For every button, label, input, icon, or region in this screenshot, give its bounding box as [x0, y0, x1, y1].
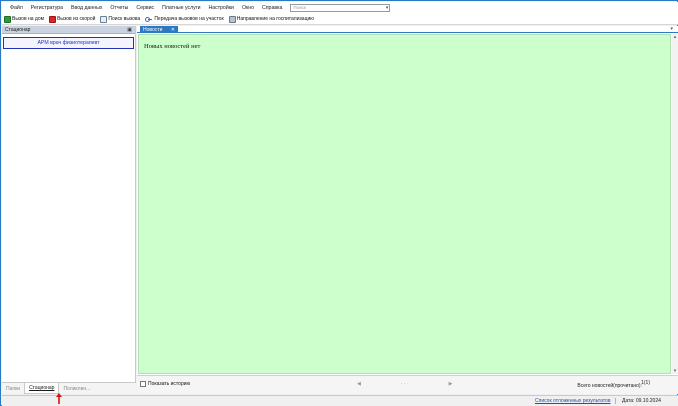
document-tab-bar: Новости ✕ ▾ [137, 26, 678, 33]
status-bar: Список отложенных результатов Дата: 09.1… [2, 395, 678, 406]
transfer-icon [145, 16, 153, 23]
menu-reports[interactable]: Отчеты [106, 2, 132, 14]
total-news-count: 1(1) [641, 380, 650, 386]
menu-window[interactable]: Окно [238, 2, 258, 14]
last-page-icon[interactable]: ▶ [449, 381, 453, 387]
menu-registry[interactable]: Регистратура [27, 2, 67, 14]
page-dots-icon: · · · [400, 381, 409, 387]
first-page-icon[interactable]: ◀ [357, 381, 361, 387]
chevron-down-icon[interactable]: ▾ [672, 368, 678, 374]
chevron-down-icon[interactable]: ▾ [670, 26, 673, 33]
house-icon [4, 15, 11, 23]
checkbox-box[interactable] [140, 381, 146, 387]
home-call-label: Вызов на дом [12, 16, 45, 22]
transfer-calls-label: Передача вызовов на участок [154, 16, 224, 22]
tab-news[interactable]: Новости ✕ [140, 26, 178, 33]
red-arrow-icon [56, 393, 62, 404]
document-search-icon [100, 15, 108, 23]
ambulance-call-label: Вызов из скорой [57, 16, 96, 22]
menu-bar: Файл Регистратура Ввод данных Отчеты Сер… [2, 2, 678, 14]
home-call-button[interactable]: Вызов на дом [4, 15, 45, 23]
vertical-scrollbar[interactable]: ▴ ▾ [672, 34, 678, 374]
news-content: Новых новостей нет [138, 34, 671, 374]
chevron-down-icon[interactable]: ▾ [386, 5, 389, 11]
news-footer: Показать историю ◀ · · · ▶ Всего новосте… [137, 375, 678, 394]
ambulance-call-button[interactable]: Вызов из скорой [49, 15, 96, 23]
transfer-calls-button[interactable]: Передача вызовов на участок [145, 16, 224, 23]
menu-data-entry[interactable]: Ввод данных [67, 2, 106, 14]
menu-file[interactable]: Файл [6, 2, 27, 14]
app-window: Файл Регистратура Ввод данных Отчеты Сер… [0, 0, 678, 406]
pager: ◀ · · · ▶ [357, 381, 453, 387]
tab-news-label: Новости [143, 26, 163, 33]
hospital-referral-button[interactable]: Направление на госпитализацию [228, 15, 314, 23]
menu-help[interactable]: Справка [258, 2, 286, 14]
close-icon[interactable]: ✕ [171, 27, 175, 33]
deferred-results-link[interactable]: Список отложенных результатов [535, 398, 616, 404]
menu-service[interactable]: Сервис [132, 2, 158, 14]
workplace-button[interactable]: АРМ врач физиотерапевт [3, 37, 134, 49]
call-search-button[interactable]: Поиск вызова [100, 15, 141, 23]
show-history-checkbox[interactable]: Показать историю [140, 381, 190, 387]
hospital-referral-label: Направление на госпитализацию [236, 16, 314, 22]
show-history-label: Показать историю [148, 381, 191, 387]
toolbar: Вызов на дом Вызов из скорой Поиск вызов… [2, 14, 678, 25]
hospital-icon [228, 15, 236, 23]
left-panel-tabs: Папки Стационар Поликлин... [2, 382, 136, 394]
tab-polyclinic[interactable]: Поликлин... [59, 383, 94, 395]
chevron-up-icon[interactable]: ▴ [672, 34, 678, 40]
total-news-label: Всего новостей(прочитано): [577, 383, 642, 389]
tab-hospital[interactable]: Стационар [24, 383, 60, 394]
pin-icon[interactable]: ▣ [127, 27, 132, 33]
main-area: Новости ✕ ▾ Новых новостей нет ▴ ▾ Показ… [137, 26, 678, 394]
tab-folders[interactable]: Папки [2, 383, 24, 395]
left-panel-header: Стационар ▣ [2, 26, 135, 34]
left-panel: Стационар ▣ АРМ врач физиотерапевт Папки… [2, 26, 136, 394]
search-placeholder: Поиск [293, 5, 306, 10]
ambulance-icon [49, 15, 57, 23]
menu-settings[interactable]: Настройки [205, 2, 238, 14]
status-date: Дата: 09.10.2024 [622, 398, 661, 404]
empty-news-message: Новых новостей нет [144, 43, 201, 50]
left-panel-title: Стационар [5, 26, 31, 33]
menu-paid-services[interactable]: Платные услуги [158, 2, 204, 14]
search-input[interactable]: Поиск ▾ [290, 4, 391, 12]
call-search-label: Поиск вызова [108, 16, 141, 22]
